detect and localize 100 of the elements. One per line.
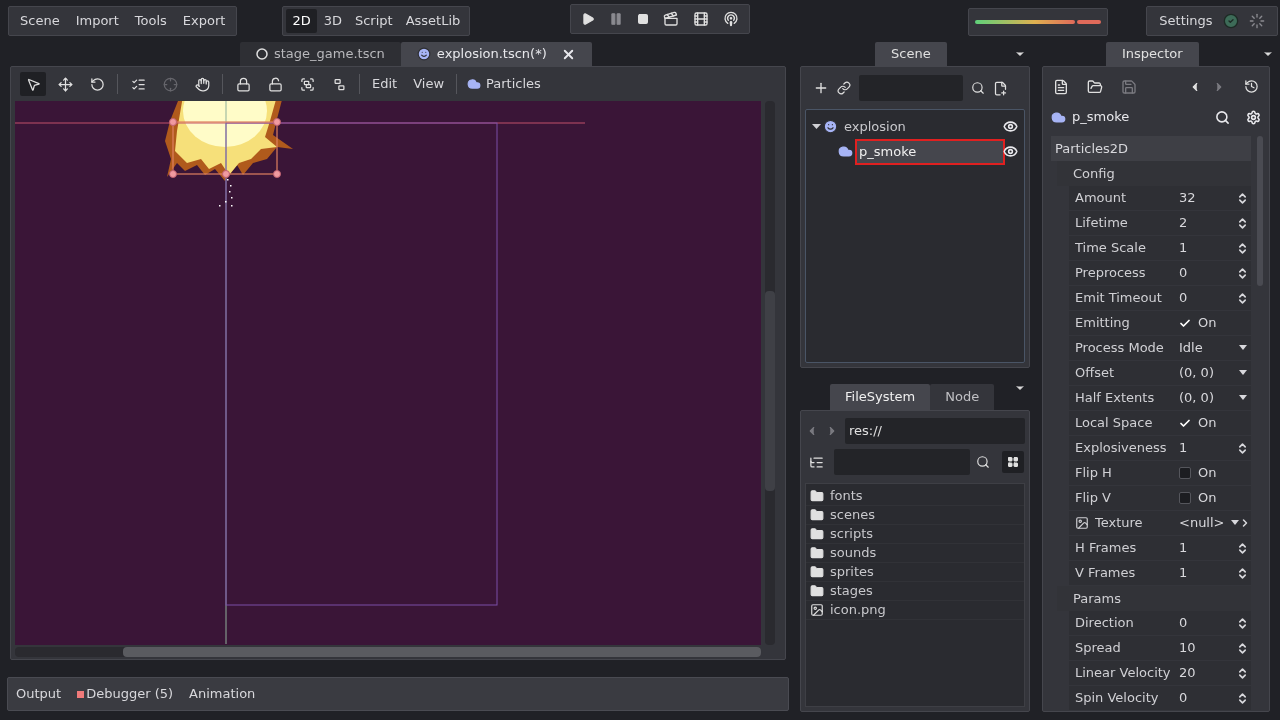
spinner-arrows-icon[interactable] — [1236, 541, 1249, 555]
workspace-tab[interactable]: Script — [348, 9, 399, 33]
settings-button[interactable]: Settings — [1159, 11, 1213, 31]
spinner-arrows-icon[interactable] — [1236, 191, 1249, 205]
spinner-arrows-icon[interactable] — [1236, 216, 1249, 230]
property-value[interactable]: 10 — [1179, 638, 1196, 658]
file-item[interactable]: sprites — [806, 563, 1024, 582]
save-icon[interactable] — [1121, 78, 1137, 95]
dropdown-arrow-icon[interactable] — [1239, 395, 1247, 401]
menu-item[interactable]: Tools — [127, 11, 174, 31]
spinner-arrows-icon[interactable] — [1236, 691, 1249, 705]
inspector-tab[interactable]: Inspector — [1106, 42, 1199, 66]
bottom-tab[interactable]: Animation — [189, 684, 256, 704]
search-icon[interactable] — [976, 455, 990, 469]
search-icon[interactable] — [1215, 109, 1230, 125]
file-item[interactable]: sounds — [806, 544, 1024, 563]
spinner-arrows-icon[interactable] — [1236, 441, 1249, 455]
property-label: Lifetime — [1074, 214, 1129, 233]
property-value[interactable]: 32 — [1179, 188, 1196, 208]
checkbox-label: On — [1198, 314, 1217, 333]
cloud-icon — [838, 144, 853, 159]
node-name[interactable]: explosion — [844, 116, 906, 137]
checkbox[interactable] — [1179, 467, 1191, 479]
menu-item[interactable]: Edit — [364, 74, 406, 94]
spinner-arrows-icon[interactable] — [1236, 291, 1249, 305]
spinner-arrows-icon[interactable] — [1236, 616, 1249, 630]
dropdown-arrow-icon[interactable] — [1231, 520, 1239, 526]
property-value[interactable]: Idle — [1179, 338, 1203, 358]
property-value[interactable]: 20 — [1179, 663, 1196, 683]
dropdown-arrow-icon[interactable] — [1239, 370, 1247, 376]
checkbox[interactable] — [1179, 317, 1191, 329]
particles-menu[interactable]: Particles — [461, 74, 547, 94]
file-item[interactable]: scripts — [806, 525, 1024, 544]
property-value[interactable]: 1 — [1179, 238, 1188, 258]
property-value[interactable]: 1 — [1179, 563, 1188, 583]
menu-item[interactable]: Import — [68, 11, 126, 31]
move-icon — [57, 76, 73, 92]
scene-dock-tab[interactable]: Scene — [875, 42, 947, 66]
checkbox[interactable] — [1179, 492, 1191, 504]
new-file-icon[interactable] — [1053, 78, 1069, 95]
property-value[interactable]: 0 — [1179, 263, 1188, 283]
stop-icon[interactable] — [637, 13, 650, 25]
spinner-arrows-icon[interactable] — [1236, 241, 1249, 255]
image-icon — [810, 603, 824, 617]
file-item[interactable]: fonts — [806, 487, 1024, 506]
selection-handles[interactable] — [169, 118, 281, 178]
checkbox[interactable] — [1179, 417, 1191, 429]
property-value[interactable]: (0, 0) — [1179, 363, 1214, 383]
antenna-icon[interactable] — [723, 11, 740, 27]
link-icon[interactable] — [837, 81, 851, 95]
spinner-arrows-icon[interactable] — [1236, 666, 1249, 680]
property-value[interactable]: 0 — [1179, 688, 1188, 708]
menu-item[interactable]: Export — [175, 11, 233, 31]
workspace-tab[interactable]: 3D — [317, 9, 348, 33]
clapperboard-icon[interactable] — [663, 11, 680, 27]
workspace-tab[interactable]: 2D — [286, 9, 317, 33]
visibility-icon[interactable] — [1003, 144, 1018, 159]
workspace-tab[interactable]: AssetLib — [399, 9, 467, 33]
spinner-arrows-icon[interactable] — [1236, 641, 1249, 655]
rename-field[interactable]: p_smoke — [857, 140, 1003, 163]
property-value[interactable]: (0, 0) — [1179, 388, 1214, 408]
horizontal-scrollbar[interactable] — [15, 647, 761, 657]
property-value[interactable]: <null> — [1179, 513, 1225, 533]
file-item[interactable]: scenes — [806, 506, 1024, 525]
film-icon[interactable] — [693, 11, 710, 27]
bottom-tab[interactable]: Debugger (5) — [77, 684, 174, 704]
dropdown-arrow-icon[interactable] — [1239, 345, 1247, 351]
tab-label: stage_game.tscn — [274, 45, 385, 64]
pause-icon[interactable] — [609, 12, 624, 26]
file-item[interactable]: stages — [806, 582, 1024, 601]
tree-icon[interactable] — [809, 454, 824, 470]
file-tab[interactable]: explosion.tscn(*) — [400, 42, 592, 66]
visibility-icon[interactable] — [1003, 119, 1018, 134]
play-icon[interactable] — [581, 12, 596, 26]
property-label: Emitting — [1074, 314, 1131, 333]
property-value[interactable]: 1 — [1179, 538, 1188, 558]
dock-tab[interactable]: FileSystem — [830, 384, 931, 410]
property-value[interactable]: 2 — [1179, 213, 1188, 233]
script-add-icon[interactable] — [993, 80, 1008, 96]
menu-item[interactable]: View — [405, 74, 453, 94]
grid-view-button[interactable] — [1002, 451, 1024, 473]
open-folder-icon[interactable] — [1087, 78, 1103, 95]
dock-tab[interactable]: Node — [930, 384, 995, 410]
spinner-arrows-icon[interactable] — [1236, 566, 1249, 580]
property-value[interactable]: 0 — [1179, 613, 1188, 633]
property-label: Spin Velocity — [1074, 689, 1160, 708]
property-value[interactable]: 0 — [1179, 288, 1188, 308]
spinner-arrows-icon[interactable] — [1236, 266, 1249, 280]
history-icon[interactable] — [1244, 79, 1259, 95]
property-value[interactable]: 1 — [1179, 438, 1188, 458]
expand-arrow-icon[interactable] — [812, 122, 821, 131]
file-item[interactable]: icon.png — [806, 601, 1024, 620]
file-tab[interactable]: stage_game.tscn — [240, 42, 401, 66]
add-icon[interactable] — [813, 80, 829, 96]
pointer-tool[interactable] — [20, 72, 46, 96]
menu-item[interactable]: Scene — [13, 11, 67, 31]
bottom-tab[interactable]: Output — [16, 684, 62, 704]
search-icon[interactable] — [971, 81, 985, 95]
settings-icon[interactable] — [1246, 109, 1261, 125]
path-field[interactable]: res:// — [845, 418, 1025, 444]
